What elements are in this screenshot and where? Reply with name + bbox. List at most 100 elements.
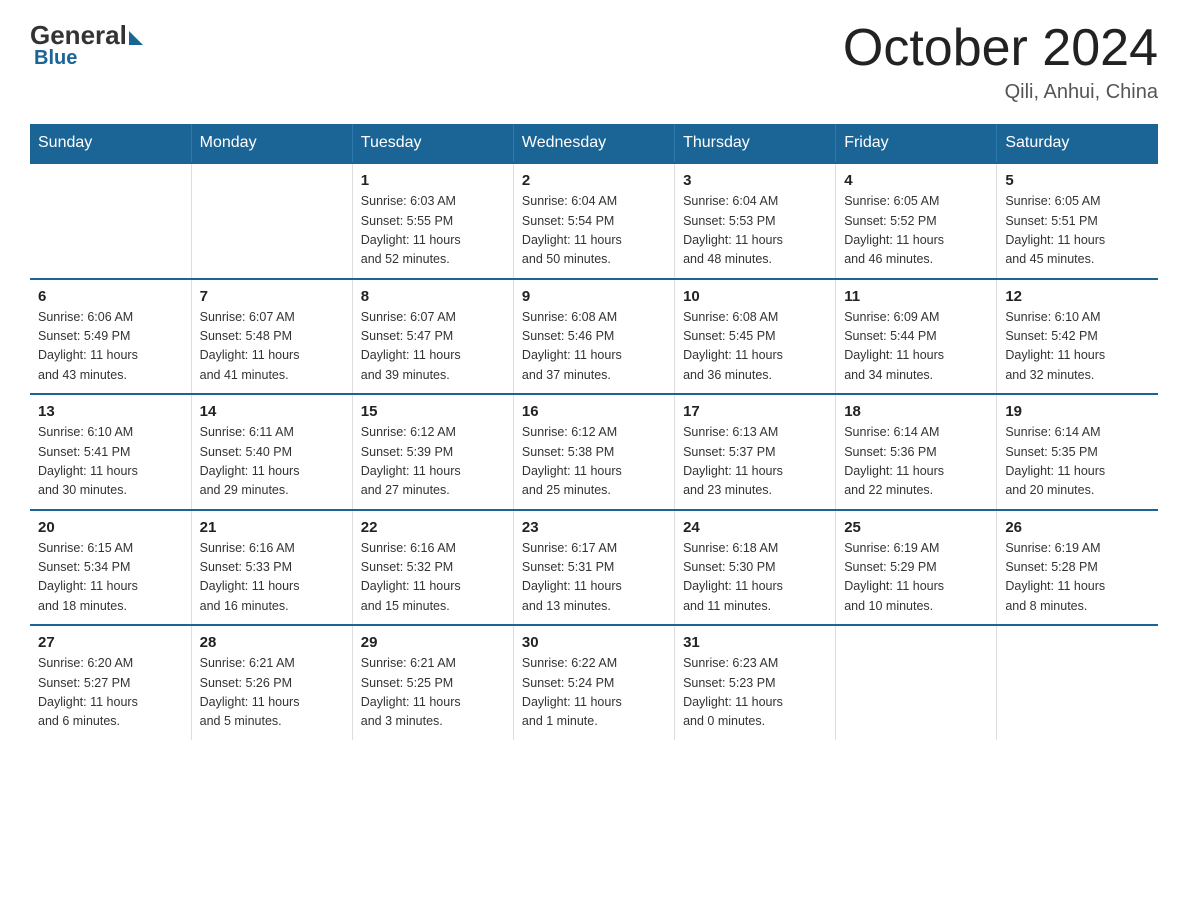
day-number: 23 bbox=[522, 519, 666, 536]
weekday-header-sunday: Sunday bbox=[30, 124, 191, 163]
calendar-cell: 13 Sunrise: 6:10 AMSunset: 5:41 PMDayligh… bbox=[30, 394, 191, 510]
day-info: Sunrise: 6:14 AMSunset: 5:36 PMDaylight:… bbox=[844, 423, 988, 501]
calendar-cell: 30Sunrise: 6:22 AMSunset: 5:24 PMDayligh… bbox=[513, 625, 674, 740]
calendar-cell: 3 Sunrise: 6:04 AMSunset: 5:53 PMDaylight… bbox=[675, 163, 836, 279]
day-number: 19 bbox=[1005, 403, 1150, 420]
weekday-header-wednesday: Wednesday bbox=[513, 124, 674, 163]
day-info: Sunrise: 6:11 AMSunset: 5:40 PMDaylight:… bbox=[200, 423, 344, 501]
calendar-header-row: SundayMondayTuesdayWednesdayThursdayFrid… bbox=[30, 124, 1158, 163]
day-info: Sunrise: 6:07 AMSunset: 5:47 PMDaylight:… bbox=[361, 308, 505, 386]
calendar-cell bbox=[30, 163, 191, 279]
day-number: 8 bbox=[361, 288, 505, 305]
day-number: 15 bbox=[361, 403, 505, 420]
calendar-cell: 29Sunrise: 6:21 AMSunset: 5:25 PMDayligh… bbox=[352, 625, 513, 740]
day-number: 17 bbox=[683, 403, 827, 420]
calendar-cell: 1 Sunrise: 6:03 AMSunset: 5:55 PMDaylight… bbox=[352, 163, 513, 279]
day-info: Sunrise: 6:14 AMSunset: 5:35 PMDaylight:… bbox=[1005, 423, 1150, 501]
day-info: Sunrise: 6:16 AMSunset: 5:33 PMDaylight:… bbox=[200, 539, 344, 617]
day-number: 5 bbox=[1005, 172, 1150, 189]
day-info: Sunrise: 6:04 AMSunset: 5:54 PMDaylight:… bbox=[522, 192, 666, 270]
day-number: 14 bbox=[200, 403, 344, 420]
main-title: October 2024 bbox=[843, 20, 1158, 77]
calendar-week-row: 27 Sunrise: 6:20 AMSunset: 5:27 PMDayligh… bbox=[30, 625, 1158, 740]
day-number: 3 bbox=[683, 172, 827, 189]
day-number: 6 bbox=[38, 288, 183, 305]
day-info: Sunrise: 6:18 AMSunset: 5:30 PMDaylight:… bbox=[683, 539, 827, 617]
day-info: Sunrise: 6:12 AMSunset: 5:38 PMDaylight:… bbox=[522, 423, 666, 501]
calendar-cell bbox=[191, 163, 352, 279]
day-number: 16 bbox=[522, 403, 666, 420]
logo: General Blue bbox=[30, 20, 143, 70]
day-info: Sunrise: 6:03 AMSunset: 5:55 PMDaylight:… bbox=[361, 192, 505, 270]
day-info: Sunrise: 6:08 AMSunset: 5:45 PMDaylight:… bbox=[683, 308, 827, 386]
day-info: Sunrise: 6:10 AMSunset: 5:42 PMDaylight:… bbox=[1005, 308, 1150, 386]
day-info: Sunrise: 6:13 AMSunset: 5:37 PMDaylight:… bbox=[683, 423, 827, 501]
weekday-header-tuesday: Tuesday bbox=[352, 124, 513, 163]
calendar-cell: 15 Sunrise: 6:12 AMSunset: 5:39 PMDayligh… bbox=[352, 394, 513, 510]
day-number: 18 bbox=[844, 403, 988, 420]
weekday-header-friday: Friday bbox=[836, 124, 997, 163]
weekday-header-monday: Monday bbox=[191, 124, 352, 163]
calendar-cell: 22Sunrise: 6:16 AMSunset: 5:32 PMDayligh… bbox=[352, 510, 513, 626]
day-number: 11 bbox=[844, 288, 988, 305]
calendar-week-row: 6 Sunrise: 6:06 AMSunset: 5:49 PMDaylight… bbox=[30, 279, 1158, 395]
calendar-week-row: 1 Sunrise: 6:03 AMSunset: 5:55 PMDaylight… bbox=[30, 163, 1158, 279]
day-number: 22 bbox=[361, 519, 505, 536]
calendar-cell: 16 Sunrise: 6:12 AMSunset: 5:38 PMDayligh… bbox=[513, 394, 674, 510]
day-number: 31 bbox=[683, 634, 827, 651]
calendar-table: SundayMondayTuesdayWednesdayThursdayFrid… bbox=[30, 124, 1158, 740]
calendar-cell: 9Sunrise: 6:08 AMSunset: 5:46 PMDaylight… bbox=[513, 279, 674, 395]
calendar-cell: 27 Sunrise: 6:20 AMSunset: 5:27 PMDayligh… bbox=[30, 625, 191, 740]
day-info: Sunrise: 6:21 AMSunset: 5:26 PMDaylight:… bbox=[200, 654, 344, 732]
day-number: 21 bbox=[200, 519, 344, 536]
calendar-cell: 26 Sunrise: 6:19 AMSunset: 5:28 PMDayligh… bbox=[997, 510, 1158, 626]
day-info: Sunrise: 6:12 AMSunset: 5:39 PMDaylight:… bbox=[361, 423, 505, 501]
calendar-cell: 31 Sunrise: 6:23 AMSunset: 5:23 PMDayligh… bbox=[675, 625, 836, 740]
calendar-cell: 6 Sunrise: 6:06 AMSunset: 5:49 PMDaylight… bbox=[30, 279, 191, 395]
day-info: Sunrise: 6:19 AMSunset: 5:28 PMDaylight:… bbox=[1005, 539, 1150, 617]
day-number: 24 bbox=[683, 519, 827, 536]
calendar-cell: 19 Sunrise: 6:14 AMSunset: 5:35 PMDayligh… bbox=[997, 394, 1158, 510]
day-info: Sunrise: 6:05 AMSunset: 5:51 PMDaylight:… bbox=[1005, 192, 1150, 270]
title-section: October 2024 Qili, Anhui, China bbox=[843, 20, 1158, 104]
calendar-cell: 28Sunrise: 6:21 AMSunset: 5:26 PMDayligh… bbox=[191, 625, 352, 740]
logo-arrow-icon bbox=[129, 31, 143, 45]
calendar-cell: 5 Sunrise: 6:05 AMSunset: 5:51 PMDaylight… bbox=[997, 163, 1158, 279]
calendar-cell: 21 Sunrise: 6:16 AMSunset: 5:33 PMDayligh… bbox=[191, 510, 352, 626]
calendar-cell: 25 Sunrise: 6:19 AMSunset: 5:29 PMDayligh… bbox=[836, 510, 997, 626]
calendar-cell: 12Sunrise: 6:10 AMSunset: 5:42 PMDayligh… bbox=[997, 279, 1158, 395]
weekday-header-saturday: Saturday bbox=[997, 124, 1158, 163]
calendar-week-row: 13 Sunrise: 6:10 AMSunset: 5:41 PMDayligh… bbox=[30, 394, 1158, 510]
day-info: Sunrise: 6:15 AMSunset: 5:34 PMDaylight:… bbox=[38, 539, 183, 617]
day-info: Sunrise: 6:04 AMSunset: 5:53 PMDaylight:… bbox=[683, 192, 827, 270]
day-info: Sunrise: 6:10 AMSunset: 5:41 PMDaylight:… bbox=[38, 423, 183, 501]
calendar-cell: 24 Sunrise: 6:18 AMSunset: 5:30 PMDayligh… bbox=[675, 510, 836, 626]
day-info: Sunrise: 6:05 AMSunset: 5:52 PMDaylight:… bbox=[844, 192, 988, 270]
day-number: 25 bbox=[844, 519, 988, 536]
day-info: Sunrise: 6:06 AMSunset: 5:49 PMDaylight:… bbox=[38, 308, 183, 386]
day-number: 27 bbox=[38, 634, 183, 651]
calendar-cell: 20Sunrise: 6:15 AMSunset: 5:34 PMDayligh… bbox=[30, 510, 191, 626]
day-number: 4 bbox=[844, 172, 988, 189]
calendar-cell: 18 Sunrise: 6:14 AMSunset: 5:36 PMDayligh… bbox=[836, 394, 997, 510]
page-header: General Blue October 2024 Qili, Anhui, C… bbox=[30, 20, 1158, 104]
calendar-cell: 2Sunrise: 6:04 AMSunset: 5:54 PMDaylight… bbox=[513, 163, 674, 279]
calendar-week-row: 20Sunrise: 6:15 AMSunset: 5:34 PMDayligh… bbox=[30, 510, 1158, 626]
day-info: Sunrise: 6:20 AMSunset: 5:27 PMDaylight:… bbox=[38, 654, 183, 732]
day-number: 30 bbox=[522, 634, 666, 651]
day-number: 1 bbox=[361, 172, 505, 189]
day-number: 26 bbox=[1005, 519, 1150, 536]
day-number: 10 bbox=[683, 288, 827, 305]
calendar-cell: 7Sunrise: 6:07 AMSunset: 5:48 PMDaylight… bbox=[191, 279, 352, 395]
calendar-cell: 11 Sunrise: 6:09 AMSunset: 5:44 PMDayligh… bbox=[836, 279, 997, 395]
day-info: Sunrise: 6:23 AMSunset: 5:23 PMDaylight:… bbox=[683, 654, 827, 732]
weekday-header-thursday: Thursday bbox=[675, 124, 836, 163]
day-number: 13 bbox=[38, 403, 183, 420]
calendar-cell: 8 Sunrise: 6:07 AMSunset: 5:47 PMDaylight… bbox=[352, 279, 513, 395]
day-info: Sunrise: 6:09 AMSunset: 5:44 PMDaylight:… bbox=[844, 308, 988, 386]
day-info: Sunrise: 6:19 AMSunset: 5:29 PMDaylight:… bbox=[844, 539, 988, 617]
day-info: Sunrise: 6:17 AMSunset: 5:31 PMDaylight:… bbox=[522, 539, 666, 617]
calendar-cell: 10 Sunrise: 6:08 AMSunset: 5:45 PMDayligh… bbox=[675, 279, 836, 395]
day-info: Sunrise: 6:08 AMSunset: 5:46 PMDaylight:… bbox=[522, 308, 666, 386]
calendar-cell: 4 Sunrise: 6:05 AMSunset: 5:52 PMDaylight… bbox=[836, 163, 997, 279]
